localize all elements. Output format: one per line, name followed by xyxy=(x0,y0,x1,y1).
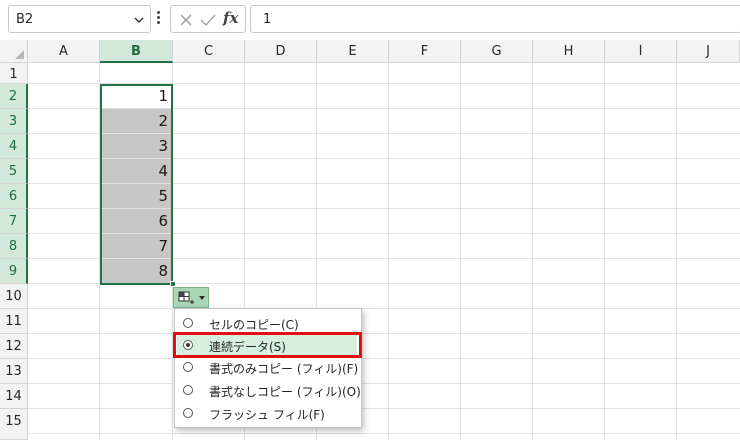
formula-value: 1 xyxy=(263,12,272,27)
column-header-d[interactable]: D xyxy=(245,40,317,63)
radio-icon xyxy=(183,362,193,372)
row-header-6[interactable]: 6 xyxy=(0,184,28,209)
menu-item-label: フラッシュ フィル(F) xyxy=(209,408,325,422)
menu-item-label: セルのコピー(C) xyxy=(209,318,299,332)
row-header-1[interactable]: 1 xyxy=(0,63,28,84)
highlight-box xyxy=(173,332,362,358)
menu-item-fill-formatting-only[interactable]: 書式のみコピー (フィル)(F) xyxy=(177,356,359,379)
row-header-3[interactable]: 3 xyxy=(0,109,28,134)
row-header-2[interactable]: 2 xyxy=(0,84,28,109)
auto-fill-options-button[interactable] xyxy=(173,287,209,308)
column-header-a[interactable]: A xyxy=(28,40,100,63)
column-header-j[interactable]: J xyxy=(677,40,740,63)
row-header-10[interactable]: 10 xyxy=(0,284,28,309)
menu-item-flash-fill[interactable]: フラッシュ フィル(F) xyxy=(177,402,357,425)
column-header-b[interactable]: B xyxy=(100,40,173,63)
radio-icon xyxy=(183,385,193,395)
row-header-14[interactable]: 14 xyxy=(0,384,28,409)
row-header-15[interactable]: 15 xyxy=(0,409,28,440)
row-header-12[interactable]: 12 xyxy=(0,334,28,359)
column-header-i[interactable]: I xyxy=(605,40,677,63)
column-header-f[interactable]: F xyxy=(389,40,461,63)
formula-bar-grip-icon[interactable] xyxy=(155,9,161,29)
select-all-corner[interactable] xyxy=(0,40,28,63)
select-all-icon xyxy=(15,50,24,59)
radio-icon xyxy=(183,318,193,328)
row-header-13[interactable]: 13 xyxy=(0,359,28,384)
formula-input[interactable]: 1 xyxy=(250,5,740,33)
row-header-11[interactable]: 11 xyxy=(0,309,28,334)
menu-item-fill-without-formatting[interactable]: 書式なしコピー (フィル)(O) xyxy=(177,379,361,402)
formula-bar-buttons: fx xyxy=(170,5,246,33)
insert-function-button[interactable]: fx xyxy=(223,9,238,27)
name-box-value: B2 xyxy=(16,12,34,27)
menu-item-label: 書式なしコピー (フィル)(O) xyxy=(209,385,361,399)
column-header-h[interactable]: H xyxy=(533,40,605,63)
row-header-9[interactable]: 9 xyxy=(0,259,28,284)
radio-icon xyxy=(183,408,193,418)
auto-fill-grid-icon xyxy=(178,291,194,304)
chevron-down-icon xyxy=(199,296,205,300)
cancel-icon[interactable] xyxy=(179,13,193,27)
auto-fill-options-menu: セルのコピー(C) 連続データ(S) 書式のみコピー (フィル)(F) 書式なし… xyxy=(174,308,362,428)
row-header-5[interactable]: 5 xyxy=(0,159,28,184)
menu-item-label: 書式のみコピー (フィル)(F) xyxy=(209,362,359,376)
column-header-c[interactable]: C xyxy=(173,40,245,63)
column-header-e[interactable]: E xyxy=(317,40,389,63)
enter-check-icon[interactable] xyxy=(200,13,216,27)
row-header-4[interactable]: 4 xyxy=(0,134,28,159)
chevron-down-icon[interactable] xyxy=(133,14,145,26)
row-header-7[interactable]: 7 xyxy=(0,209,28,234)
row-header-8[interactable]: 8 xyxy=(0,234,28,259)
selection-border xyxy=(100,84,173,285)
name-box[interactable]: B2 xyxy=(8,5,151,33)
column-header-g[interactable]: G xyxy=(461,40,533,63)
